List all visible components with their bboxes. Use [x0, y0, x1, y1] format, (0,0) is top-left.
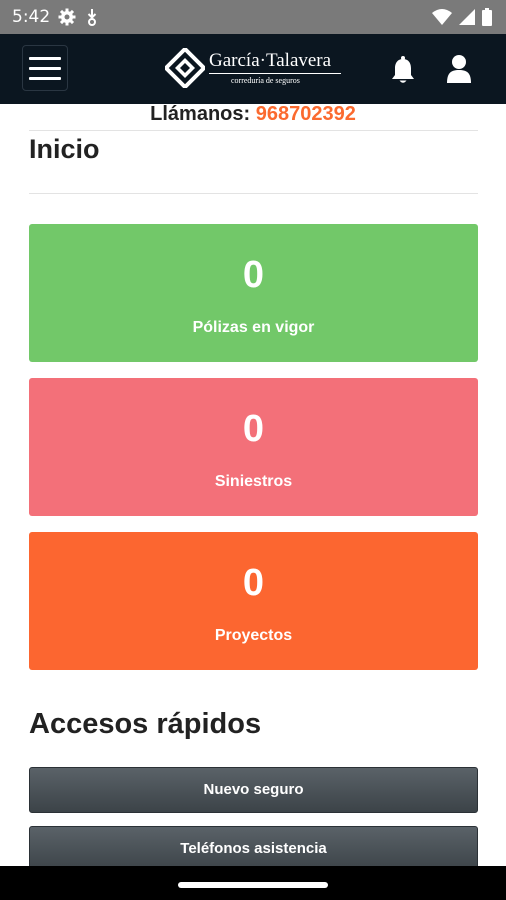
contact-label: Llámanos: — [150, 103, 251, 125]
download-icon — [87, 9, 97, 26]
claims-count: 0 — [242, 408, 265, 450]
projects-label: Proyectos — [214, 627, 293, 644]
policies-count: 0 — [242, 254, 265, 296]
status-bar: 5:42 — [0, 0, 506, 34]
user-icon[interactable] — [446, 54, 472, 84]
menu-icon-bar — [29, 76, 61, 80]
settings-icon — [58, 8, 76, 26]
claims-card[interactable]: 0 Siniestros — [29, 378, 478, 516]
logo-name: García·Talavera — [209, 50, 332, 71]
navigation-bar — [0, 866, 506, 900]
menu-button[interactable] — [22, 45, 68, 91]
status-time: 5:42 — [12, 7, 51, 27]
wifi-icon — [432, 9, 452, 25]
brand-logo[interactable]: García·Talavera correduría de seguros — [165, 48, 345, 90]
contact-phone-link[interactable]: 968702392 — [256, 103, 356, 125]
contact-line: Llámanos: 968702392 — [0, 103, 506, 126]
projects-card[interactable]: 0 Proyectos — [29, 532, 478, 670]
signal-icon — [459, 9, 475, 25]
divider — [29, 193, 478, 194]
logo-tagline: correduría de seguros — [231, 76, 300, 85]
menu-icon-bar — [29, 56, 61, 60]
logo-mark-icon — [165, 48, 205, 88]
menu-icon-bar — [29, 66, 61, 70]
quick-access-title: Accesos rápidos — [29, 708, 262, 740]
battery-icon — [482, 8, 492, 26]
policies-label: Pólizas en vigor — [192, 319, 315, 336]
page-title: Inicio — [29, 134, 100, 164]
divider — [29, 130, 478, 131]
new-insurance-button[interactable]: Nuevo seguro — [29, 767, 478, 813]
projects-count: 0 — [242, 562, 265, 604]
app-header: García·Talavera correduría de seguros — [0, 34, 506, 104]
policies-card[interactable]: 0 Pólizas en vigor — [29, 224, 478, 362]
logo-divider — [209, 73, 341, 74]
home-gesture-handle[interactable] — [178, 882, 328, 888]
bell-icon[interactable] — [390, 56, 416, 84]
claims-label: Siniestros — [214, 473, 293, 490]
